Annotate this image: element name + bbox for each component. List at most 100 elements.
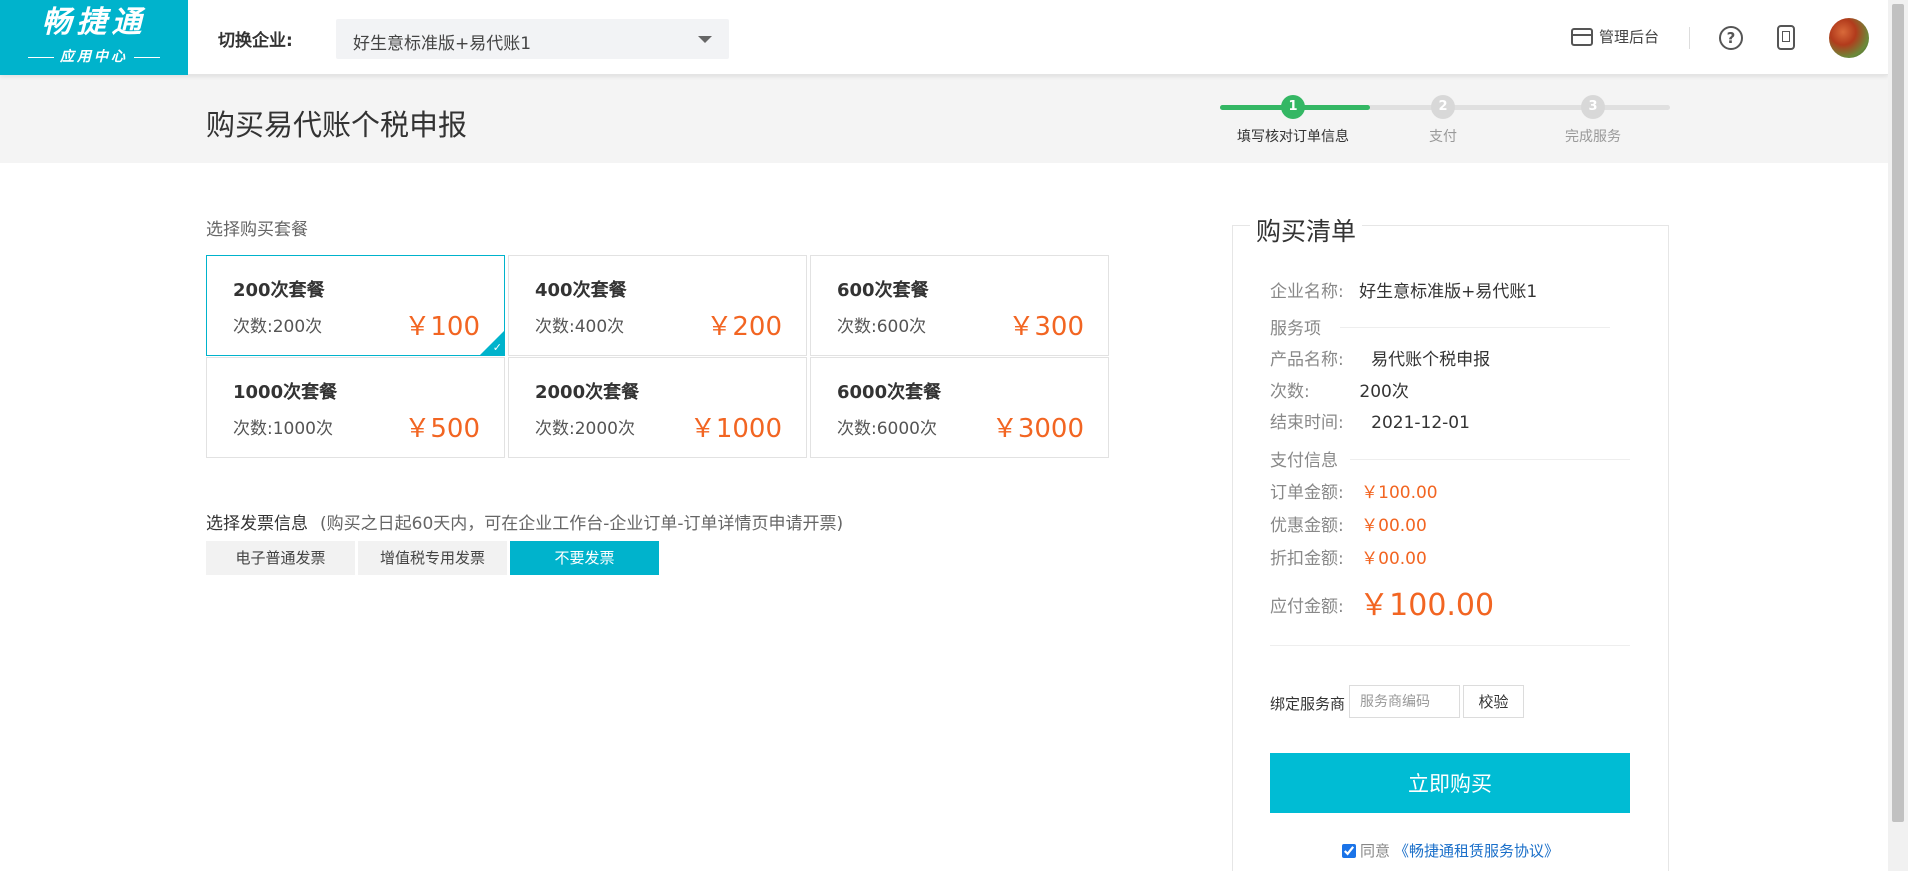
summary-company-row: 企业名称: 好生意标准版+易代账1 (1270, 277, 1537, 302)
package-card-200[interactable]: 200次套餐 次数:200次 ￥100 ✓ (206, 255, 505, 356)
invoice-section: 选择发票信息 (购买之日起60天内，可在企业工作台-企业订单-订单详情页申请开票) (206, 509, 843, 534)
buy-now-button[interactable]: 立即购买 (1270, 753, 1630, 813)
chevron-down-icon (698, 36, 712, 43)
agreement-text: 同意 (1360, 842, 1391, 860)
avatar[interactable] (1829, 18, 1869, 58)
summary-value: ￥100.00 (1359, 588, 1495, 623)
progress-steps: 1 填写核对订单信息 2 支付 3 完成服务 (1218, 91, 1670, 151)
summary-value: 200次 (1359, 382, 1409, 402)
app-logo[interactable]: 畅捷通 应用中心 (0, 0, 188, 75)
summary-value: 2021-12-01 (1371, 413, 1470, 433)
step-complete: 3 完成服务 (1518, 91, 1668, 146)
package-grid: 200次套餐 次数:200次 ￥100 ✓ 400次套餐 次数:400次 ￥20… (206, 255, 1111, 458)
package-count: 次数:1000次 (233, 419, 333, 439)
package-card-400[interactable]: 400次套餐 次数:400次 ￥200 (508, 255, 807, 356)
invoice-note: (购买之日起60天内，可在企业工作台-企业订单-订单详情页申请开票) (320, 514, 844, 534)
summary-service-group: 服务项 (1270, 319, 1321, 339)
package-count: 次数:6000次 (837, 419, 937, 439)
package-name: 6000次套餐 (837, 382, 942, 403)
summary-value: ￥00.00 (1361, 516, 1427, 536)
summary-label: 产品名称: (1270, 350, 1344, 370)
step-number: 1 (1281, 95, 1305, 119)
package-name: 1000次套餐 (233, 382, 338, 403)
check-icon: ✓ (492, 341, 502, 354)
order-summary-title: 购买清单 (1250, 212, 1363, 248)
package-count: 次数:200次 (233, 317, 323, 337)
agreement-checkbox[interactable] (1342, 843, 1356, 858)
summary-order-amount-row: 订单金额: ￥100.00 (1270, 478, 1438, 503)
step-number: 2 (1431, 95, 1455, 119)
summary-value: ￥100.00 (1361, 483, 1438, 503)
invoice-title: 选择发票信息 (206, 514, 308, 534)
summary-label: 订单金额: (1270, 483, 1344, 503)
package-price: ￥1000 (689, 414, 782, 444)
summary-rebate-row: 折扣金额: ￥00.00 (1270, 544, 1427, 569)
header-divider (1689, 27, 1690, 49)
package-price: ￥3000 (991, 414, 1084, 444)
step-label: 填写核对订单信息 (1237, 129, 1349, 145)
package-price: ￥300 (1008, 312, 1084, 342)
summary-label: 优惠金额: (1270, 516, 1344, 536)
window-icon (1571, 27, 1593, 46)
package-card-2000[interactable]: 2000次套餐 次数:2000次 ￥1000 (508, 357, 807, 458)
summary-discount-row: 优惠金额: ￥00.00 (1270, 511, 1427, 536)
company-select[interactable]: 好生意标准版+易代账1 (336, 19, 729, 59)
agreement-row: 同意 《畅捷通租赁服务协议》 (1342, 840, 1559, 861)
package-price: ￥200 (706, 312, 782, 342)
summary-label: 应付金额: (1270, 597, 1344, 617)
package-card-6000[interactable]: 6000次套餐 次数:6000次 ￥3000 (810, 357, 1109, 458)
summary-value: 好生意标准版+易代账1 (1359, 282, 1538, 302)
package-card-600[interactable]: 600次套餐 次数:600次 ￥300 (810, 255, 1109, 356)
scrollbar-thumb[interactable] (1892, 4, 1904, 822)
summary-label: 结束时间: (1270, 413, 1344, 433)
summary-label: 折扣金额: (1270, 549, 1344, 569)
summary-end-time-row: 结束时间: 2021-12-01 (1270, 408, 1470, 433)
mobile-icon[interactable] (1777, 25, 1795, 50)
summary-payment-group: 支付信息 (1270, 451, 1338, 471)
step-label: 支付 (1429, 129, 1457, 145)
summary-divider (1340, 327, 1610, 328)
summary-divider (1270, 645, 1630, 646)
package-count: 次数:400次 (535, 317, 625, 337)
invoice-option-none[interactable]: 不要发票 (510, 541, 659, 575)
title-band: 购买易代账个税申报 1 填写核对订单信息 2 支付 3 完成服务 (0, 75, 1888, 163)
summary-label: 次数: (1270, 382, 1310, 402)
summary-product-row: 产品名称: 易代账个税申报 (1270, 345, 1490, 370)
logo-title: 畅捷通 (41, 5, 147, 40)
package-section-label: 选择购买套餐 (206, 220, 308, 240)
step-label: 完成服务 (1565, 129, 1621, 145)
logo-subtitle: 应用中心 (0, 46, 188, 66)
package-name: 400次套餐 (535, 280, 627, 301)
invoice-option-vat-special[interactable]: 增值税专用发票 (358, 541, 507, 575)
invoice-options: 电子普通发票 增值税专用发票 不要发票 (206, 541, 659, 575)
verify-button[interactable]: 校验 (1463, 685, 1524, 718)
package-name: 2000次套餐 (535, 382, 640, 403)
package-name: 200次套餐 (233, 280, 325, 301)
summary-divider (1350, 459, 1630, 460)
admin-console-label: 管理后台 (1599, 28, 1660, 46)
step-fill-order: 1 填写核对订单信息 (1218, 91, 1368, 146)
admin-console-link[interactable]: 管理后台 (1571, 26, 1659, 47)
company-select-value: 好生意标准版+易代账1 (353, 34, 532, 54)
help-icon[interactable]: ? (1719, 26, 1743, 50)
package-name: 600次套餐 (837, 280, 929, 301)
step-pay: 2 支付 (1368, 91, 1518, 146)
package-price: ￥100 (404, 312, 480, 342)
summary-label: 企业名称: (1270, 282, 1344, 302)
vertical-scrollbar[interactable] (1888, 0, 1908, 871)
switch-company-label: 切换企业: (218, 31, 293, 51)
summary-count-row: 次数: 200次 (1270, 377, 1409, 402)
summary-value: ￥00.00 (1361, 549, 1427, 569)
summary-payable-row: 应付金额: ￥100.00 (1270, 580, 1494, 624)
step-number: 3 (1581, 95, 1605, 119)
package-count: 次数:2000次 (535, 419, 635, 439)
invoice-option-electronic[interactable]: 电子普通发票 (206, 541, 355, 575)
top-header: 畅捷通 应用中心 切换企业: 好生意标准版+易代账1 管理后台 ? (0, 0, 1888, 75)
summary-value: 易代账个税申报 (1371, 350, 1491, 370)
page-title: 购买易代账个税申报 (206, 108, 468, 142)
bind-provider-label: 绑定服务商 (1270, 695, 1346, 713)
provider-code-input[interactable] (1349, 685, 1460, 718)
package-price: ￥500 (404, 414, 480, 444)
agreement-link[interactable]: 《畅捷通租赁服务协议》 (1394, 840, 1559, 861)
package-card-1000[interactable]: 1000次套餐 次数:1000次 ￥500 (206, 357, 505, 458)
